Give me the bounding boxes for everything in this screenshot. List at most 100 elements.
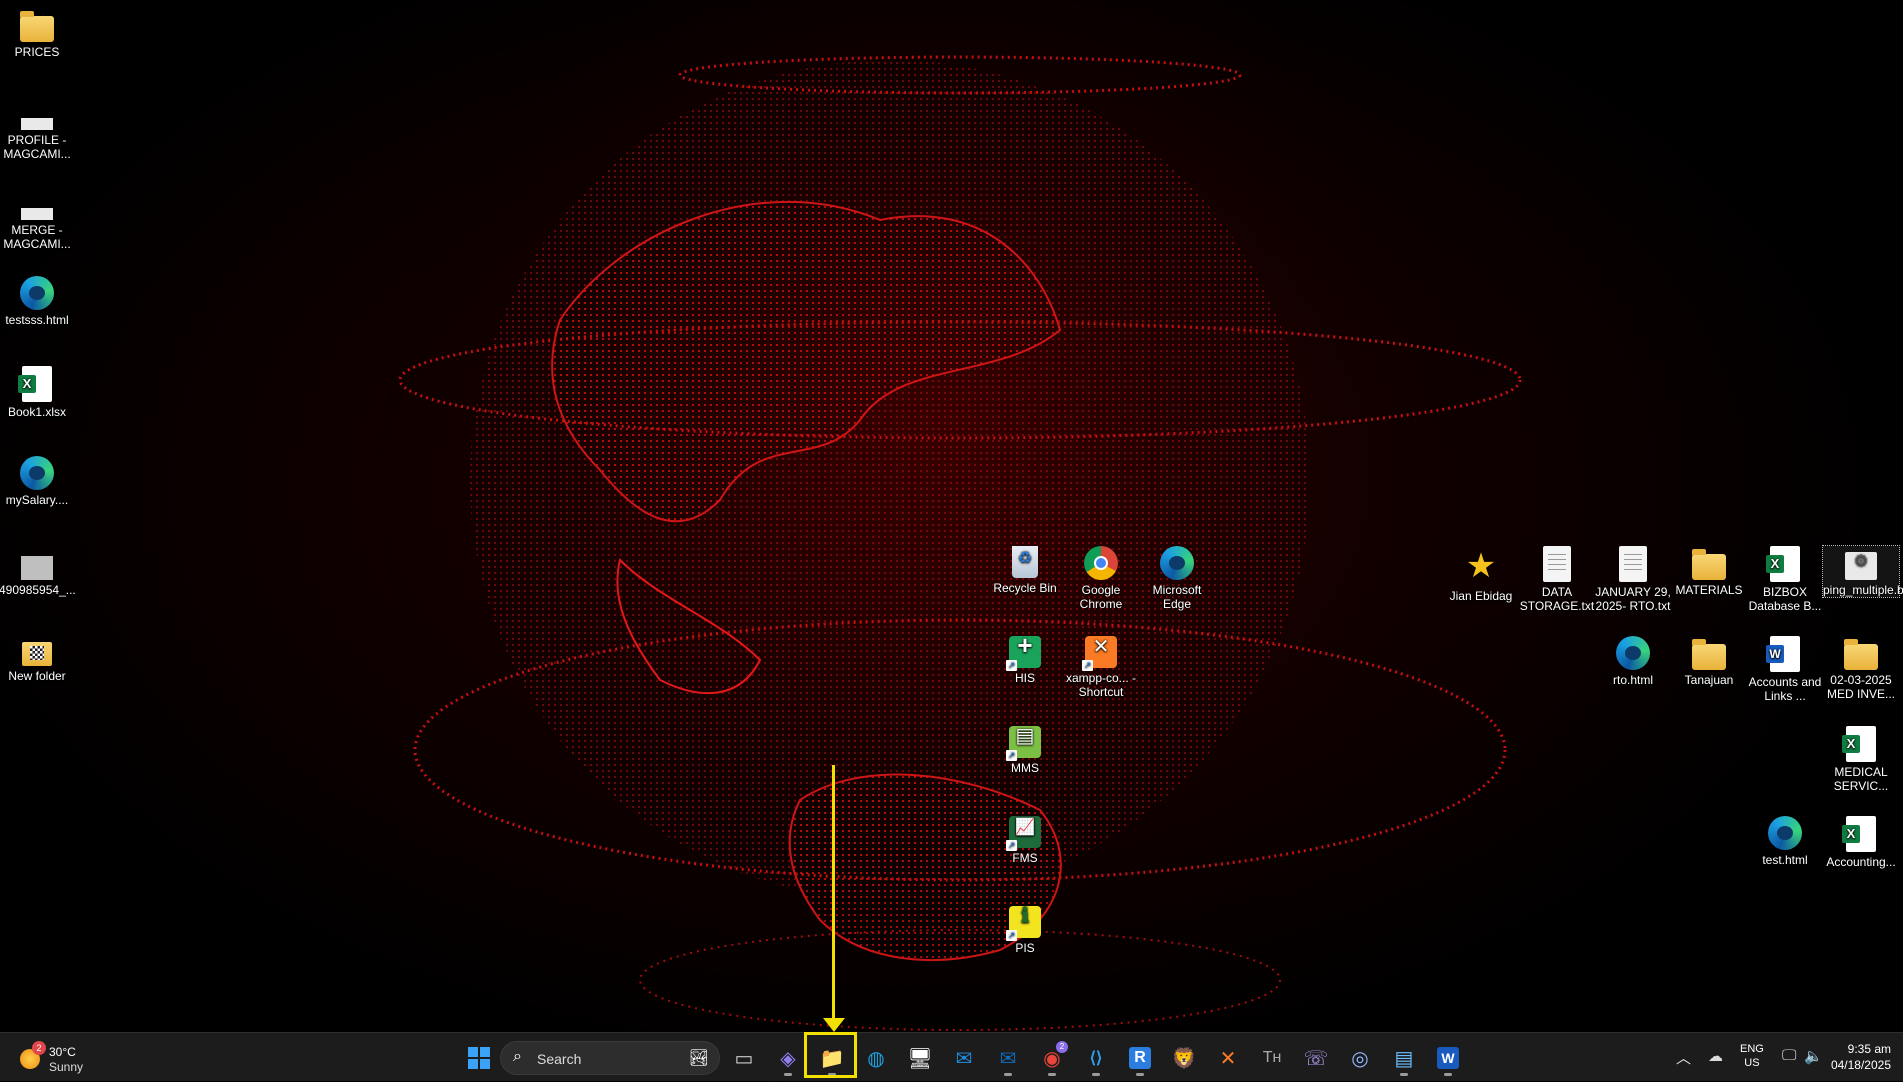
desktop-icon-merge-magcami[interactable]: MERGE - MAGCAMI... — [0, 194, 75, 251]
notepad-icon: ▤ — [1394, 1047, 1414, 1070]
microsoft-365-button[interactable]: ◈ — [769, 1039, 807, 1077]
mms-app-icon — [1006, 726, 1041, 761]
desktop-icon-fms[interactable]: FMS — [987, 816, 1063, 865]
desktop-icon-jian-ebidag[interactable]: ★ Jian Ebidag — [1443, 546, 1519, 603]
folder-icon — [1692, 549, 1726, 580]
desktop-icon-medical-services[interactable]: MEDICAL SERVIC... — [1823, 726, 1899, 793]
desktop-icon-med-inventory[interactable]: 02-03-2025 MED INVE... — [1823, 636, 1899, 701]
desktop-icon-label: MEDICAL SERVIC... — [1833, 765, 1889, 793]
desktop-icon-label: JANUARY 29, 2025- RTO.txt — [1595, 585, 1671, 613]
chrome-taskbar-button[interactable]: ◉ 2 — [1033, 1039, 1071, 1077]
edge-html-icon — [1768, 816, 1802, 850]
desktop-icon-rto-html[interactable]: rto.html — [1595, 636, 1671, 687]
desktop-icon-his[interactable]: HIS — [987, 636, 1063, 685]
taskbar-search-box[interactable]: ⌕ Search 🏞 — [500, 1041, 720, 1075]
input-language-indicator[interactable]: ENG US — [1740, 1042, 1764, 1070]
word-file-icon — [1766, 636, 1800, 672]
notepad-taskbar-button[interactable]: ▤ — [1385, 1039, 1423, 1077]
network-icon[interactable]: 🖵 — [1782, 1047, 1796, 1064]
desktop-icon-testsss-html[interactable]: testsss.html — [0, 276, 75, 327]
clock[interactable]: 9:35 am 04/18/2025 — [1831, 1041, 1891, 1073]
edge-icon — [1160, 546, 1194, 580]
desktop-icon-data-storage[interactable]: DATA STORAGE.txt — [1519, 546, 1595, 613]
his-app-icon — [1006, 636, 1041, 671]
image-thumbnail-icon — [21, 556, 53, 580]
desktop-icon-mms[interactable]: MMS — [987, 726, 1063, 775]
notification-badge: 2 — [32, 1041, 46, 1055]
desktop-icon-pis[interactable]: PIS — [987, 906, 1063, 955]
xampp-icon: ✕ — [1219, 1047, 1237, 1070]
desktop-icon-microsoft-edge[interactable]: Microsoft Edge — [1139, 546, 1215, 611]
word-taskbar-button[interactable]: W — [1429, 1039, 1467, 1077]
viber-taskbar-button[interactable]: ☏ — [1297, 1039, 1335, 1077]
task-view-button[interactable]: ▭ — [725, 1039, 763, 1077]
chrome-icon — [1084, 546, 1118, 580]
folder-icon — [20, 11, 54, 42]
desktop-icon-label: New folder — [8, 669, 66, 683]
desktop-icon-490985954[interactable]: 490985954_... — [0, 546, 76, 597]
desktop-icon-label: HIS — [1014, 671, 1035, 685]
desktop-icon-accounts-and-links[interactable]: Accounts and Links ... — [1747, 636, 1823, 703]
typora-taskbar-button[interactable]: Tʜ — [1253, 1039, 1291, 1077]
show-hidden-icons-chevron-icon[interactable]: ︿ — [1676, 1047, 1691, 1068]
desktop-icon-label: PRICES — [14, 45, 60, 59]
outlook-new-taskbar-button[interactable]: ✉ — [945, 1039, 983, 1077]
desktop-icon-accounting[interactable]: Accounting... — [1823, 816, 1899, 869]
star-icon: ★ — [1465, 547, 1497, 585]
weather-temperature: 30°C — [49, 1045, 76, 1059]
image-thumbnail-icon — [21, 118, 53, 130]
desktop-icon-prices[interactable]: PRICES — [0, 8, 75, 59]
cloud-offline-icon[interactable]: ☁ — [1708, 1047, 1723, 1065]
text-file-icon — [1543, 546, 1571, 582]
desktop-icon-ping-multiple-bat[interactable]: ping_multiple.bat — [1822, 545, 1903, 598]
desktop-icon-label: 490985954_... — [0, 583, 76, 597]
brave-taskbar-button[interactable]: 🦁 — [1165, 1039, 1203, 1077]
annotation-arrow-line — [832, 765, 835, 1025]
desktop-icon-label: Book1.xlsx — [7, 405, 67, 419]
desktop-icon-label: Microsoft Edge — [1152, 583, 1202, 611]
desktop-icon-new-folder[interactable]: New folder — [0, 632, 75, 683]
chrome-badge: 2 — [1056, 1041, 1068, 1053]
text-file-icon — [1619, 546, 1647, 582]
desktop-icon-january-rto[interactable]: JANUARY 29, 2025- RTO.txt — [1595, 546, 1671, 613]
remote-desktop-icon: 🖥 — [907, 1047, 933, 1070]
desktop-icon-bizbox-database[interactable]: BIZBOX Database B... — [1747, 546, 1823, 613]
desktop-icon-label: rto.html — [1612, 673, 1653, 687]
taskbar: 2 30°C Sunny ⌕ Search 🏞 ▭ ◈ 📁 ◍ 🖥 ✉ ✉ ◉ 2… — [0, 1032, 1903, 1081]
desktop-icon-profile-magcami[interactable]: PROFILE - MAGCAMI... — [0, 104, 75, 161]
search-placeholder: Search — [537, 1051, 582, 1067]
edge-icon: ◍ — [867, 1047, 885, 1070]
vscode-icon: ⟨⟩ — [1089, 1050, 1103, 1067]
desktop-icon-label: ping_multiple.bat — [1823, 583, 1903, 597]
desktop-icon-tanajuan[interactable]: Tanajuan — [1671, 636, 1747, 687]
desktop-icon-test-html[interactable]: test.html — [1747, 816, 1823, 867]
clock-time: 9:35 am — [1847, 1042, 1891, 1056]
xampp-taskbar-button[interactable]: ✕ — [1209, 1039, 1247, 1077]
annotation-arrow-head — [823, 1018, 845, 1032]
edge-taskbar-button[interactable]: ◍ — [857, 1039, 895, 1077]
outlook-icon: ✉ — [999, 1047, 1017, 1070]
edge-html-icon — [20, 276, 54, 310]
desktop-icon-label: FMS — [1012, 851, 1038, 865]
desktop-icon-google-chrome[interactable]: Google Chrome — [1063, 546, 1139, 611]
vscode-taskbar-button[interactable]: ⟨⟩ — [1077, 1039, 1115, 1077]
fms-app-icon — [1006, 816, 1041, 851]
remote-desktop-taskbar-button[interactable]: 🖥 — [901, 1039, 939, 1077]
weather-widget[interactable]: 2 30°C Sunny — [14, 1041, 124, 1075]
desktop-icon-mysalary[interactable]: mySalary.... — [0, 456, 75, 507]
keyboard-layout: US — [1744, 1057, 1760, 1069]
desktop-icon-label: 02-03-2025 MED INVE... — [1826, 673, 1895, 701]
desktop-icon-materials[interactable]: MATERIALS — [1671, 546, 1747, 597]
start-button[interactable] — [460, 1039, 498, 1077]
batch-file-icon — [1845, 552, 1877, 580]
folder-icon — [22, 642, 52, 666]
desktop-icon-label: Google Chrome — [1079, 583, 1123, 611]
outlook-classic-taskbar-button[interactable]: ✉ — [989, 1039, 1027, 1077]
xampp-icon — [1082, 636, 1117, 671]
desktop-icon-xampp-shortcut[interactable]: xampp-co... - Shortcut — [1063, 636, 1139, 699]
camera-taskbar-button[interactable]: ◎ — [1341, 1039, 1379, 1077]
volume-icon[interactable]: 🔈 — [1804, 1047, 1823, 1065]
desktop-icon-book1-xlsx[interactable]: Book1.xlsx — [0, 366, 75, 419]
rstudio-taskbar-button[interactable]: R — [1121, 1039, 1159, 1077]
desktop-icon-recycle-bin[interactable]: Recycle Bin — [987, 546, 1063, 595]
